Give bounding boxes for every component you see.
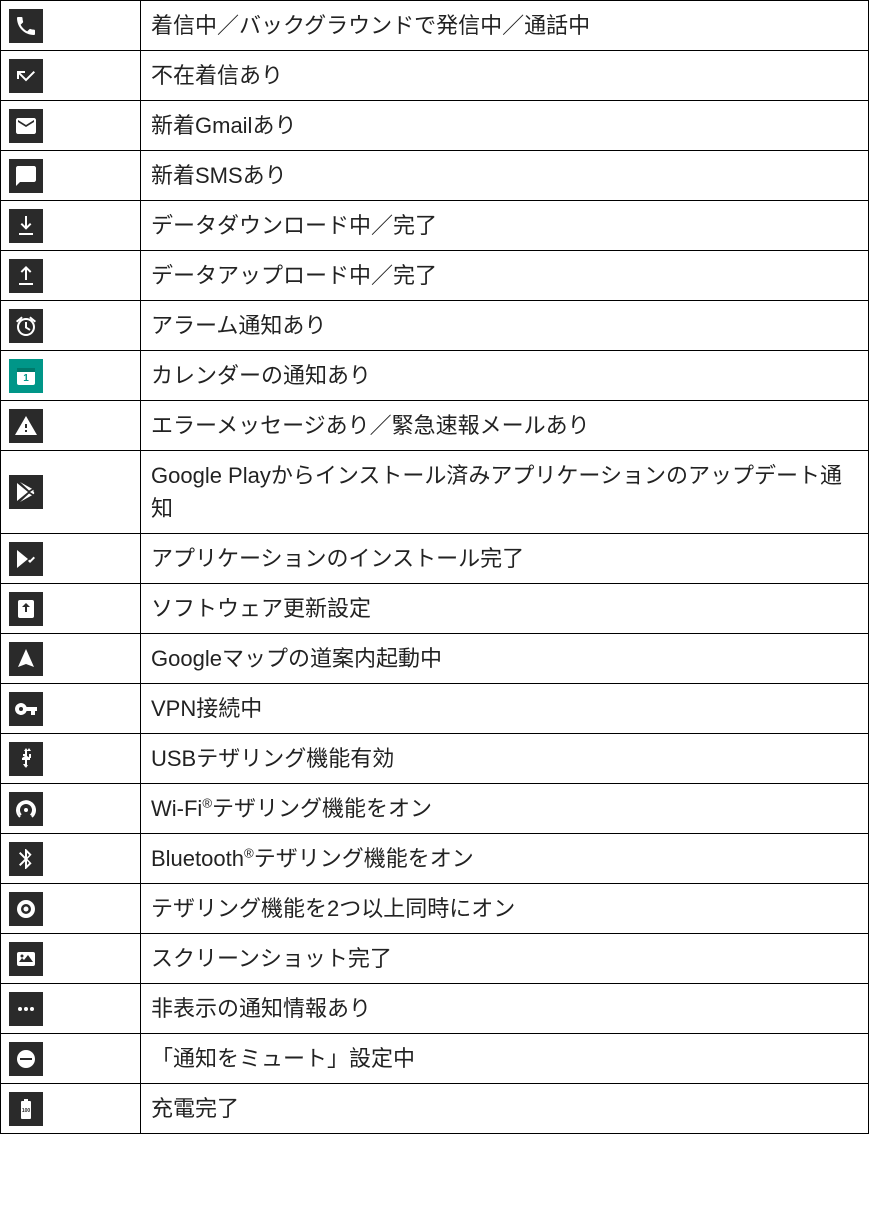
description-cell: 不在着信あり (141, 51, 869, 101)
icon-cell (1, 1, 141, 51)
software-update-icon (9, 592, 43, 626)
table-row: データダウンロード中／完了 (1, 201, 869, 251)
description-cell: 充電完了 (141, 1084, 869, 1134)
table-row: Google Playからインストール済みアプリケーションのアップデート通知 (1, 451, 869, 534)
icon-cell (1, 684, 141, 734)
icon-description-table: 着信中／バックグラウンドで発信中／通話中不在着信あり新着Gmailあり新着SMS… (0, 0, 869, 1134)
screenshot-icon (9, 942, 43, 976)
table-row: 新着Gmailあり (1, 101, 869, 151)
table-row: USBテザリング機能有効 (1, 734, 869, 784)
icon-cell (1, 784, 141, 834)
icon-cell (1, 201, 141, 251)
svg-text:1: 1 (23, 373, 29, 384)
bluetooth-tethering-icon (9, 842, 43, 876)
description-cell: アラーム通知あり (141, 301, 869, 351)
icon-cell (1, 51, 141, 101)
alarm-icon (9, 309, 43, 343)
calendar-icon: 1 (9, 359, 43, 393)
usb-tethering-icon (9, 742, 43, 776)
description-cell: 新着SMSあり (141, 151, 869, 201)
table-row: 新着SMSあり (1, 151, 869, 201)
icon-cell (1, 884, 141, 934)
icon-cell (1, 151, 141, 201)
multi-tethering-icon (9, 892, 43, 926)
description-cell: 「通知をミュート」設定中 (141, 1034, 869, 1084)
table-row: Bluetooth®テザリング機能をオン (1, 834, 869, 884)
description-cell: データダウンロード中／完了 (141, 201, 869, 251)
description-cell: アプリケーションのインストール完了 (141, 534, 869, 584)
table-row: 非表示の通知情報あり (1, 984, 869, 1034)
hidden-notification-icon (9, 992, 43, 1026)
icon-cell (1, 984, 141, 1034)
description-cell: カレンダーの通知あり (141, 351, 869, 401)
download-icon (9, 209, 43, 243)
icon-cell (1, 251, 141, 301)
description-cell: 非表示の通知情報あり (141, 984, 869, 1034)
table-row: スクリーンショット完了 (1, 934, 869, 984)
description-cell: 新着Gmailあり (141, 101, 869, 151)
play-store-icon (9, 475, 43, 509)
icon-cell (1, 534, 141, 584)
gmail-icon (9, 109, 43, 143)
table-row: Wi-Fi®テザリング機能をオン (1, 784, 869, 834)
table-row: アラーム通知あり (1, 301, 869, 351)
table-row: データアップロード中／完了 (1, 251, 869, 301)
description-cell: テザリング機能を2つ以上同時にオン (141, 884, 869, 934)
description-cell: ソフトウェア更新設定 (141, 584, 869, 634)
icon-cell (1, 734, 141, 784)
description-cell: 着信中／バックグラウンドで発信中／通話中 (141, 1, 869, 51)
table-row: ソフトウェア更新設定 (1, 584, 869, 634)
table-row: VPN接続中 (1, 684, 869, 734)
icon-cell: 100 (1, 1084, 141, 1134)
icon-cell (1, 934, 141, 984)
description-cell: Google Playからインストール済みアプリケーションのアップデート通知 (141, 451, 869, 534)
svg-text:100: 100 (22, 1108, 31, 1114)
upload-icon (9, 259, 43, 293)
icon-cell: 1 (1, 351, 141, 401)
missed-call-icon (9, 59, 43, 93)
description-cell: Bluetooth®テザリング機能をオン (141, 834, 869, 884)
install-complete-icon (9, 542, 43, 576)
table-row: 1 カレンダーの通知あり (1, 351, 869, 401)
vpn-key-icon (9, 692, 43, 726)
table-row: 「通知をミュート」設定中 (1, 1034, 869, 1084)
icon-cell (1, 834, 141, 884)
table-row: アプリケーションのインストール完了 (1, 534, 869, 584)
table-row: エラーメッセージあり／緊急速報メールあり (1, 401, 869, 451)
description-cell: スクリーンショット完了 (141, 934, 869, 984)
warning-icon (9, 409, 43, 443)
icon-cell (1, 1034, 141, 1084)
navigation-icon (9, 642, 43, 676)
icon-cell (1, 584, 141, 634)
table-row: テザリング機能を2つ以上同時にオン (1, 884, 869, 934)
table-row: 着信中／バックグラウンドで発信中／通話中 (1, 1, 869, 51)
description-cell: Googleマップの道案内起動中 (141, 634, 869, 684)
description-cell: Wi-Fi®テザリング機能をオン (141, 784, 869, 834)
table-row: 100 充電完了 (1, 1084, 869, 1134)
sms-icon (9, 159, 43, 193)
description-cell: USBテザリング機能有効 (141, 734, 869, 784)
table-row: Googleマップの道案内起動中 (1, 634, 869, 684)
icon-cell (1, 401, 141, 451)
battery-full-icon: 100 (9, 1092, 43, 1126)
phone-icon (9, 9, 43, 43)
wifi-tethering-icon (9, 792, 43, 826)
table-row: 不在着信あり (1, 51, 869, 101)
icon-cell (1, 451, 141, 534)
description-cell: VPN接続中 (141, 684, 869, 734)
mute-notification-icon (9, 1042, 43, 1076)
icon-cell (1, 101, 141, 151)
description-cell: エラーメッセージあり／緊急速報メールあり (141, 401, 869, 451)
icon-cell (1, 634, 141, 684)
description-cell: データアップロード中／完了 (141, 251, 869, 301)
icon-cell (1, 301, 141, 351)
